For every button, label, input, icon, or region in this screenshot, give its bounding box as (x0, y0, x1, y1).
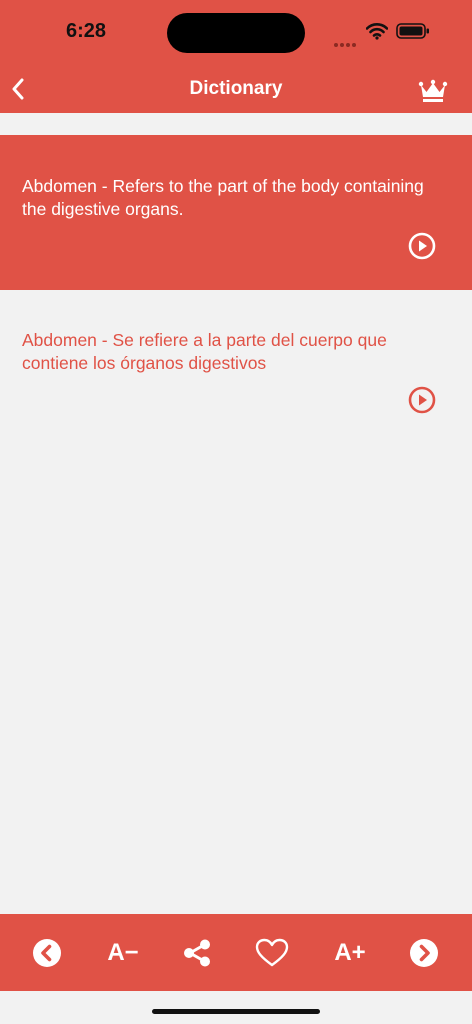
app-header: 6:28 Dictionary (0, 0, 472, 113)
definition-card-spanish: Abdomen - Se refiere a la parte del cuer… (0, 290, 472, 440)
home-indicator-area (0, 991, 472, 1024)
heart-icon (255, 938, 289, 967)
wifi-icon (366, 23, 388, 40)
play-circle-icon (408, 386, 436, 414)
play-audio-button-spanish[interactable] (407, 385, 437, 420)
dynamic-island (167, 13, 305, 53)
page-title: Dictionary (189, 78, 283, 99)
share-button[interactable] (181, 934, 213, 972)
circle-chevron-right-icon (410, 939, 438, 967)
share-icon (184, 939, 210, 967)
definition-text-english: Abdomen - Refers to the part of the body… (22, 176, 424, 219)
circle-chevron-left-icon (33, 939, 61, 967)
decrease-font-button[interactable]: A− (103, 934, 143, 972)
definition-card-english: Abdomen - Refers to the part of the body… (0, 135, 472, 290)
previous-button[interactable] (31, 934, 63, 972)
favorite-button[interactable] (254, 934, 290, 972)
navigation-bar: Dictionary (0, 62, 472, 113)
bottom-toolbar: A− A+ (0, 914, 472, 991)
next-button[interactable] (408, 934, 440, 972)
premium-button[interactable] (418, 78, 450, 106)
increase-font-button[interactable]: A+ (330, 934, 370, 972)
status-bar: 6:28 (0, 0, 472, 62)
cellular-signal-icon (334, 34, 360, 47)
home-indicator[interactable] (152, 1009, 320, 1014)
definition-text-spanish: Abdomen - Se refiere a la parte del cuer… (22, 330, 387, 373)
status-time: 6:28 (66, 20, 107, 42)
play-audio-button-english[interactable] (407, 231, 437, 266)
play-circle-icon (408, 232, 436, 260)
battery-icon (396, 23, 429, 39)
crown-icon (418, 79, 448, 102)
spacer (0, 113, 472, 135)
